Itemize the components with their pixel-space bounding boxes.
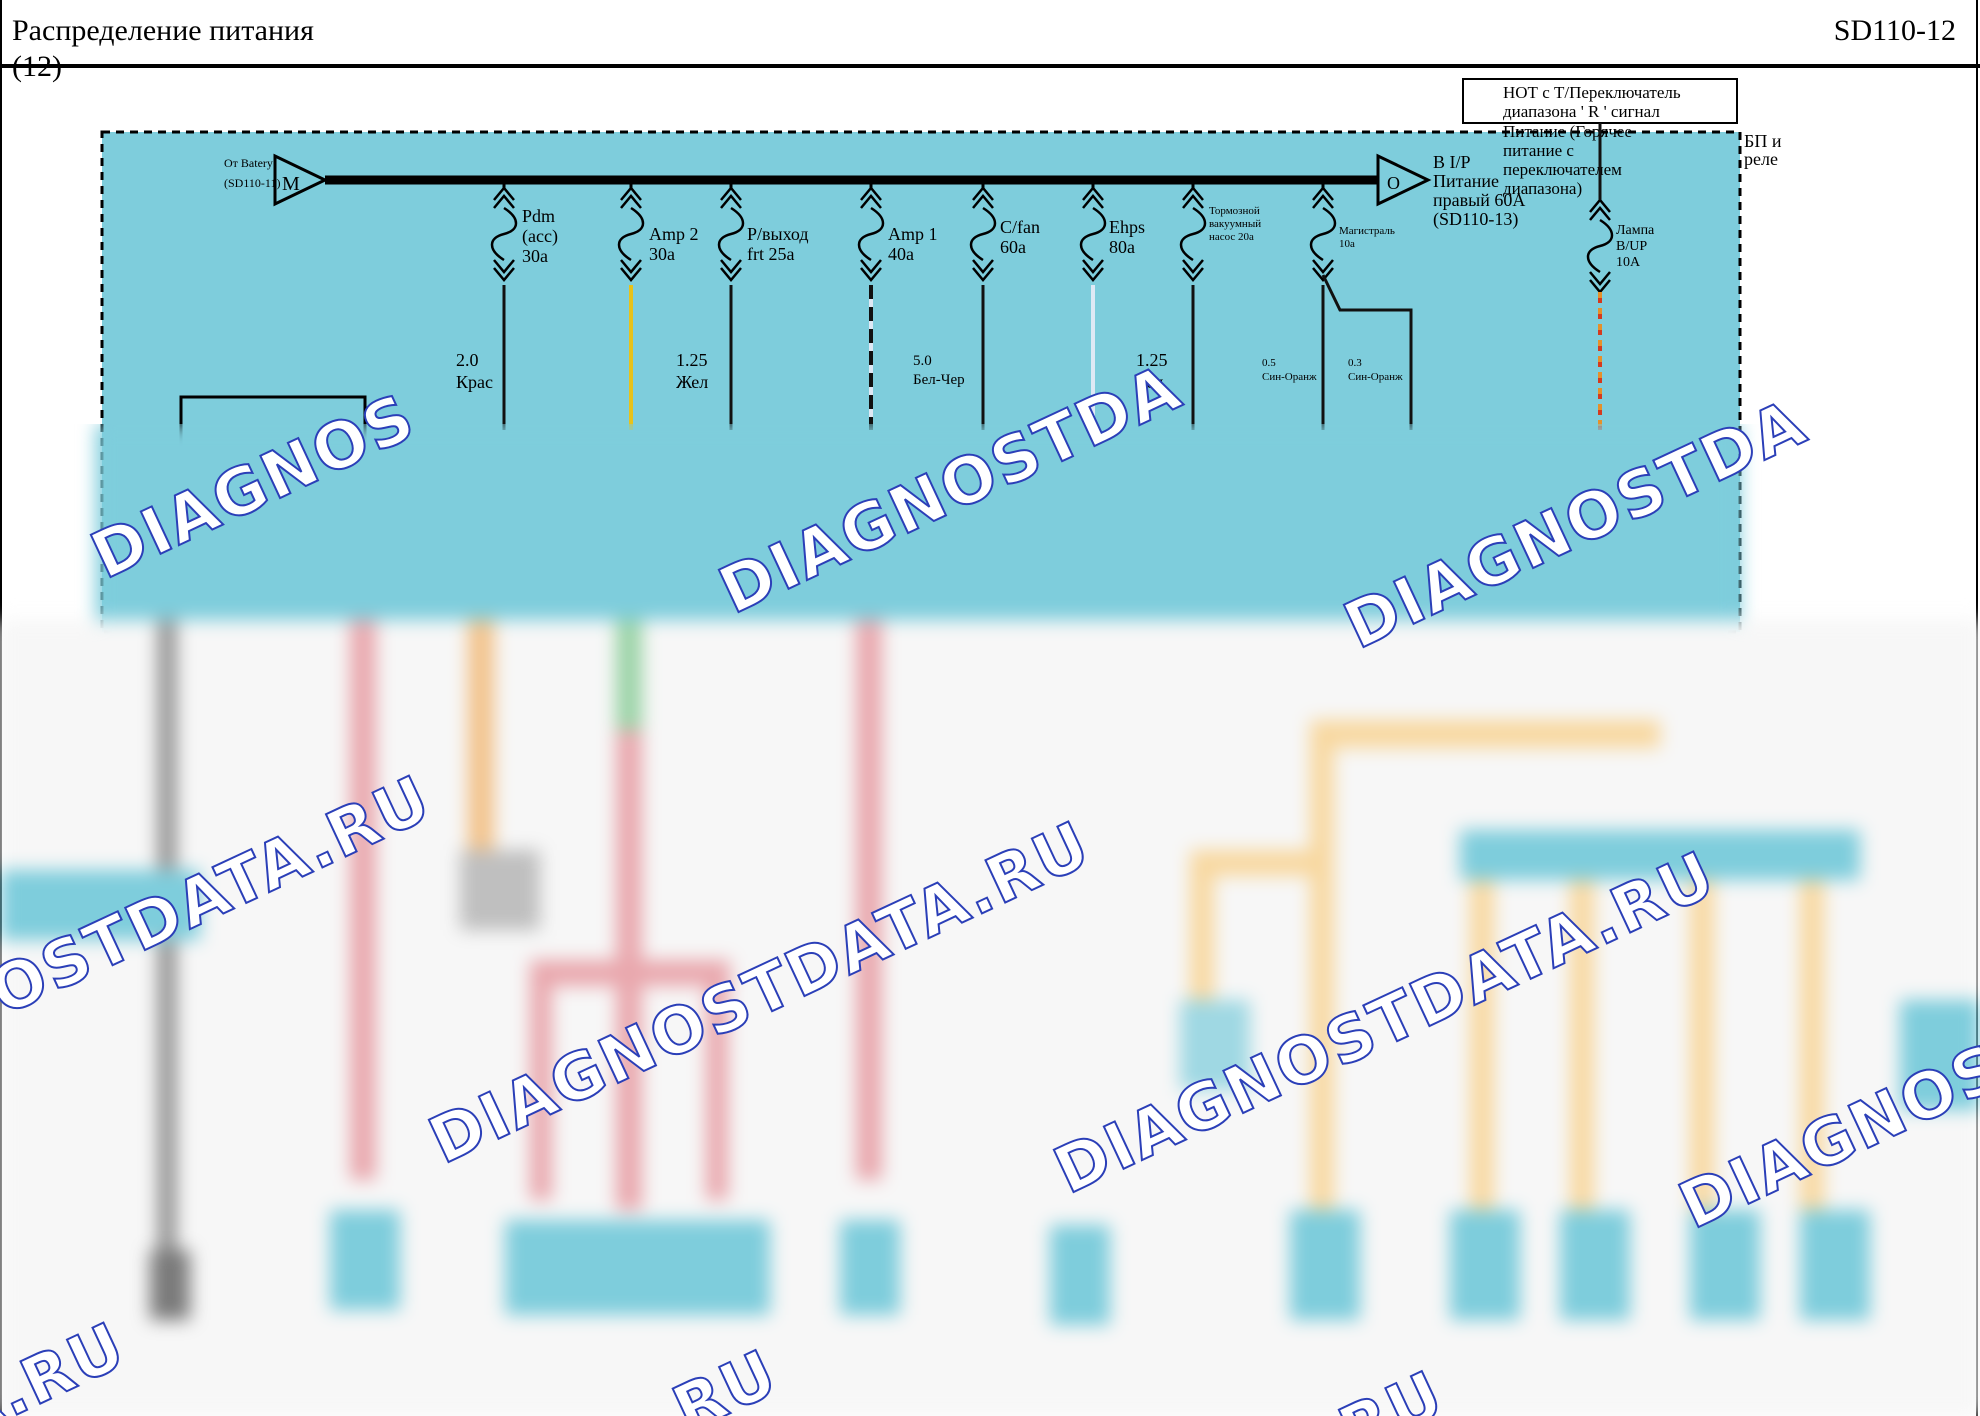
wire-label-color-3: Бел-Чер (913, 372, 965, 388)
wire-label-color-2: Жел (676, 372, 708, 392)
blurred-wire-pink-1 (350, 620, 376, 1180)
blurred-wire-green (616, 620, 642, 730)
blurred-connector-right (1900, 1000, 1980, 1110)
blurred-fuse-box (96, 424, 1740, 620)
blurred-connector-2 (505, 1220, 770, 1315)
blurred-wire-grey-bottom (150, 1250, 190, 1320)
output-label-line-4: (SD110-13) (1433, 209, 1518, 230)
blurred-connector-6 (1450, 1210, 1520, 1320)
wire-label-color-4: Бел (1136, 372, 1163, 392)
note-box-line-5: переключателем (1503, 160, 1622, 179)
blurred-wire-orange-9 (1800, 860, 1824, 1220)
blurred-block-1 (1180, 1000, 1250, 1090)
blurred-grey-block (460, 850, 540, 930)
blurred-wire-pink-3 (856, 620, 882, 1180)
wire-label-gauge-6: 0.3 (1348, 357, 1362, 369)
blurred-connector-1 (330, 1210, 400, 1310)
wire-label-gauge-5: 0.5 (1262, 357, 1276, 369)
wire-label-gauge-2: 1.25 (676, 350, 708, 370)
output-label-line-2: Питание (1433, 171, 1499, 191)
blurred-connector-8 (1690, 1210, 1760, 1320)
blurred-wire-pink-4 (530, 960, 730, 986)
blurred-region (0, 424, 1980, 1416)
wire-label-color-5: Син-Оранж (1262, 371, 1317, 383)
wire-label-gauge-4: 1.25 (1136, 350, 1168, 370)
blurred-background (0, 620, 1980, 1416)
blurred-wire-orange-4 (1310, 720, 1334, 1220)
output-connector-letter: O (1387, 173, 1400, 193)
wire-label-gauge-3: 5.0 (913, 353, 932, 369)
blurred-wire-orange-6 (1470, 860, 1494, 1220)
input-label-line-2: (SD110-11) (224, 176, 280, 190)
input-label-line-1: От Batery (224, 156, 273, 170)
output-label-line-1: В I/P (1433, 152, 1471, 172)
blurred-connector-left (0, 870, 200, 940)
blurred-connector-3 (840, 1220, 900, 1315)
blurred-relay-bar (1460, 830, 1860, 880)
blurred-connector-5 (1290, 1210, 1360, 1320)
blurred-wire-orange-5 (1190, 850, 1214, 1000)
blurred-wire-orange-2 (1310, 720, 1660, 748)
wire-label-gauge-1: 2.0 (456, 350, 479, 370)
blurred-wire-orange-1 (468, 620, 494, 850)
blurred-connector-9 (1800, 1210, 1870, 1320)
input-connector-letter: M (282, 173, 300, 195)
output-label-line-3: правый 60A (1433, 190, 1525, 210)
note-box-line-3: Питание (Горячее (1503, 122, 1632, 141)
wire-label-color-1: Крас (456, 372, 493, 392)
blurred-wire-pink-6 (706, 960, 728, 1200)
note-box-line-4: питание с (1503, 141, 1574, 160)
blurred-wire-pink-5 (530, 960, 552, 1200)
fuse-label: Тормозной вакуумный насос 20a (1209, 205, 1261, 243)
block-label-line-1: БП и (1744, 131, 1782, 151)
blurred-connector-4 (1050, 1225, 1110, 1325)
blurred-wire-orange-7 (1570, 860, 1594, 1220)
block-label-line-2: реле (1744, 149, 1778, 169)
note-box-line-2: диапазона ' R ' сигнал (1503, 102, 1660, 121)
note-box-line-1: НОТ с Т/Переключатель (1503, 83, 1681, 102)
blurred-wire-orange-8 (1690, 860, 1714, 1220)
blurred-connector-7 (1560, 1210, 1630, 1320)
wire-label-color-6: Син-Оранж (1348, 371, 1403, 383)
